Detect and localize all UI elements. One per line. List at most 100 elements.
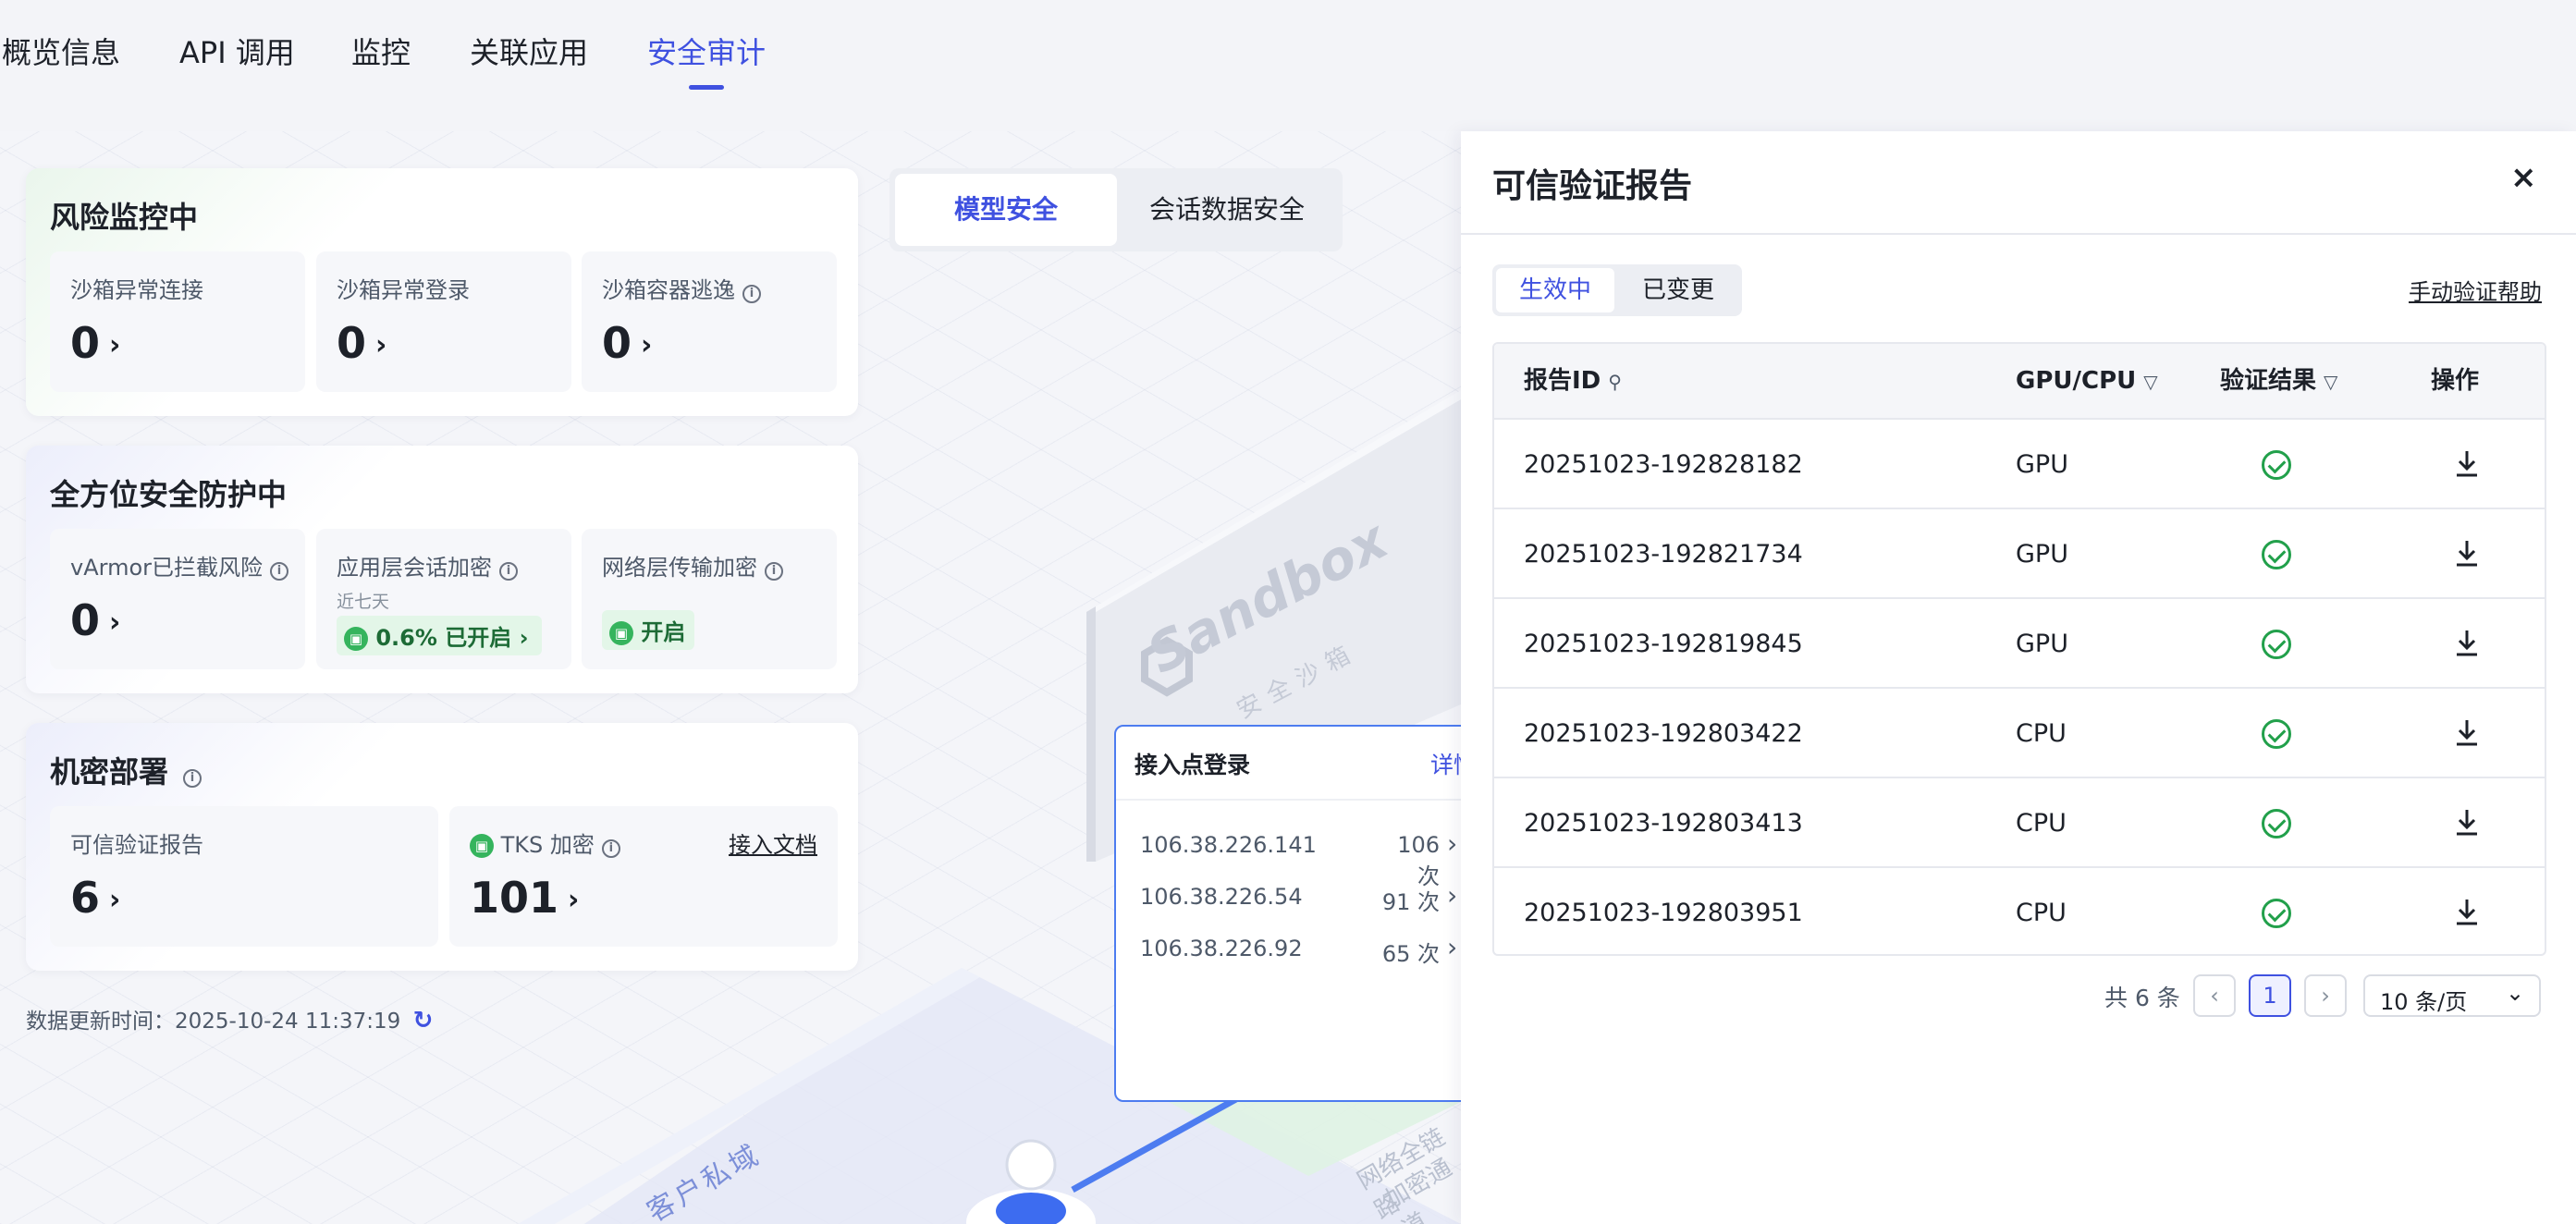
segment-model-security[interactable]: 模型安全 — [895, 174, 1117, 246]
cell-type: GPU — [2016, 450, 2068, 479]
download-icon[interactable] — [2454, 448, 2480, 478]
drawer-header: 可信验证报告 × — [1461, 131, 2576, 235]
check-circle-icon — [2262, 899, 2291, 928]
pagination-total: 共 6 条 — [2104, 985, 2180, 1011]
cell-report-id: 20251023-192828182 — [1524, 450, 1803, 479]
manual-verify-help-link[interactable]: 手动验证帮助 — [2409, 274, 2542, 306]
access-row[interactable]: 106.38.226.54 91 次 › — [1116, 871, 1461, 923]
popup-detail-link[interactable]: 详情 — [1430, 747, 1461, 780]
cell-type: CPU — [2016, 899, 2067, 927]
table-row: 20251023-192828182 GPU — [1494, 418, 2545, 508]
stat-sandbox-abnormal-connection[interactable]: 沙箱异常连接 0 › — [50, 251, 305, 392]
info-icon[interactable]: i — [270, 562, 288, 581]
stat-label: 沙箱异常连接 — [70, 277, 203, 303]
stat-tks-encryption[interactable]: ▣ TKS 加密 i 接入文档 101 › — [449, 806, 838, 947]
stat-label: vArmor已拦截风险 — [70, 555, 263, 581]
tab-security-audit[interactable]: 安全审计 — [647, 30, 766, 72]
refresh-icon[interactable]: ↻ — [413, 1007, 434, 1034]
stat-label: 网络层传输加密 — [602, 555, 757, 581]
lock-icon: ▣ — [344, 627, 368, 651]
check-circle-icon — [2262, 540, 2291, 569]
confidential-deploy-card: 机密部署 i 可信验证报告 6 › ▣ TKS 加密 i 接入文档 101 › — [26, 723, 858, 971]
chevron-right-icon: › — [109, 606, 121, 639]
badge-text: 开启 — [641, 619, 686, 645]
stat-trusted-report[interactable]: 可信验证报告 6 › — [50, 806, 438, 947]
filter-icon[interactable]: ▽ — [2324, 371, 2337, 393]
stat-sandbox-abnormal-login[interactable]: 沙箱异常登录 0 › — [316, 251, 571, 392]
segment-session-data-security[interactable]: 会话数据安全 — [1117, 174, 1337, 246]
segment-changed[interactable]: 已变更 — [1618, 268, 1738, 312]
active-tab-indicator — [689, 85, 724, 90]
stat-app-session-encryption[interactable]: 应用层会话加密 i 近七天 ▣ 0.6% 已开启 › — [316, 529, 571, 669]
stat-container-escape[interactable]: 沙箱容器逃逸 i 0 › — [582, 251, 837, 392]
cell-report-id: 20251023-192821734 — [1524, 540, 1803, 569]
tab-related-apps[interactable]: 关联应用 — [470, 30, 588, 72]
lock-icon: ▣ — [609, 621, 633, 645]
tab-monitor[interactable]: 监控 — [351, 30, 411, 72]
download-icon[interactable] — [2454, 628, 2480, 657]
check-circle-icon — [2262, 630, 2291, 659]
access-point-popup: 接入点登录 详情 106.38.226.141 106 次 › 106.38.2… — [1114, 725, 1461, 1102]
cell-report-id: 20251023-192803422 — [1524, 719, 1803, 748]
access-ip: 106.38.226.54 — [1140, 884, 1303, 910]
stat-value: 0 — [70, 318, 101, 368]
badge-text: 0.6% 已开启 — [375, 625, 512, 651]
stat-varmor-blocked[interactable]: vArmor已拦截风险 i 0 › — [50, 529, 305, 669]
filter-icon[interactable]: ▽ — [2143, 371, 2157, 393]
segment-active[interactable]: 生效中 — [1496, 268, 1614, 312]
chevron-right-icon: › — [109, 329, 121, 361]
page-number-button[interactable]: 1 — [2249, 974, 2291, 1017]
prev-page-button[interactable]: ‹ — [2193, 974, 2236, 1017]
info-icon[interactable]: i — [742, 285, 761, 303]
info-icon[interactable]: i — [499, 562, 518, 581]
report-status-segment: 生效中 已变更 — [1492, 264, 1742, 316]
cell-type: GPU — [2016, 630, 2068, 658]
stat-network-transport-encryption[interactable]: 网络层传输加密 i ▣ 开启 — [582, 529, 837, 669]
check-circle-icon — [2262, 450, 2291, 480]
download-icon[interactable] — [2454, 717, 2480, 747]
tab-api-calls[interactable]: API 调用 — [179, 30, 295, 72]
stat-label: 沙箱异常登录 — [337, 277, 470, 303]
cell-type: GPU — [2016, 540, 2068, 569]
network-encryption-badge: ▣ 开启 — [602, 610, 695, 650]
close-icon[interactable]: × — [2510, 159, 2537, 196]
popup-title: 接入点登录 — [1135, 752, 1251, 778]
top-nav: 概览信息 API 调用 监控 关联应用 安全审计 — [0, 0, 2576, 131]
page-size-select[interactable]: 10 条/页 ⌄ — [2363, 974, 2541, 1017]
update-time-row: 数据更新时间：2025-10-24 11:37:19 ↻ — [26, 1003, 433, 1034]
info-icon[interactable]: i — [765, 562, 783, 581]
cell-report-id: 20251023-192803951 — [1524, 899, 1803, 927]
encryption-status-badge[interactable]: ▣ 0.6% 已开启 › — [337, 616, 542, 655]
stat-label: 沙箱容器逃逸 — [602, 277, 735, 303]
check-circle-icon — [2262, 809, 2291, 838]
table-header: 报告ID ⚲ GPU/CPU ▽ 验证结果 ▽ 操作 — [1494, 344, 2545, 418]
next-page-button[interactable]: › — [2304, 974, 2347, 1017]
access-ip: 106.38.226.92 — [1140, 936, 1303, 961]
download-icon[interactable] — [2454, 807, 2480, 837]
stat-value: 0 — [337, 318, 367, 368]
risk-card-title: 风险监控中 — [50, 200, 199, 235]
chevron-right-icon: › — [1447, 932, 1458, 962]
col-actions: 操作 — [2431, 367, 2480, 395]
info-icon[interactable]: i — [601, 839, 620, 858]
update-time: 数据更新时间：2025-10-24 11:37:19 — [26, 1010, 401, 1034]
cell-report-id: 20251023-192803413 — [1524, 809, 1803, 838]
download-icon[interactable] — [2454, 538, 2480, 568]
security-type-segment: 模型安全 会话数据安全 — [889, 168, 1343, 251]
search-icon[interactable]: ⚲ — [1608, 371, 1622, 393]
col-report-id: 报告ID — [1524, 367, 1601, 395]
stat-value: 6 — [70, 873, 101, 923]
info-icon[interactable]: i — [183, 769, 202, 788]
chevron-right-icon: › — [519, 625, 529, 651]
stat-value: 0 — [602, 318, 632, 368]
access-row[interactable]: 106.38.226.92 65 次 › — [1116, 923, 1461, 974]
table-row: 20251023-192803413 CPU — [1494, 777, 2545, 866]
stat-label: 可信验证报告 — [70, 832, 203, 858]
tab-overview[interactable]: 概览信息 — [2, 30, 120, 72]
chevron-down-icon: ⌄ — [2506, 980, 2525, 1006]
download-icon[interactable] — [2454, 897, 2480, 926]
chevron-right-icon: › — [641, 329, 653, 361]
stat-value: 0 — [70, 595, 101, 645]
access-doc-link[interactable]: 接入文档 — [729, 826, 817, 859]
access-row[interactable]: 106.38.226.141 106 次 › — [1116, 819, 1461, 889]
